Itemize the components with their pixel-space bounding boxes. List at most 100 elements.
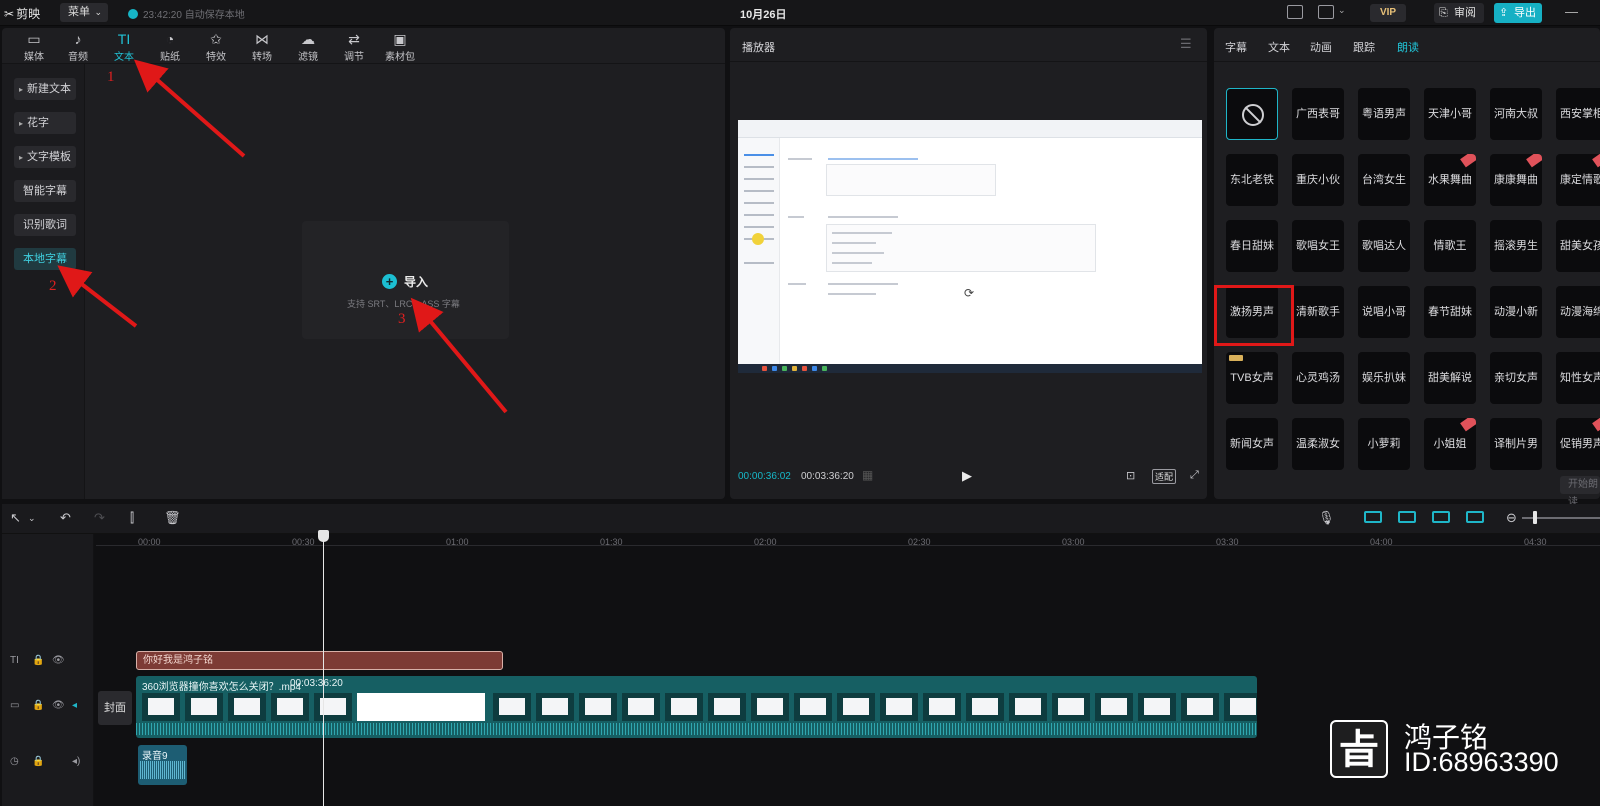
voice-option[interactable]: 温柔淑女 <box>1292 418 1344 470</box>
video-thumbnail <box>923 693 961 721</box>
video-thumbnail <box>536 693 574 721</box>
voice-option[interactable]: 甜美解说 <box>1424 352 1476 404</box>
current-timecode: 00:00:36:02 <box>738 471 791 482</box>
voice-option[interactable]: 歌唱女王 <box>1292 220 1344 272</box>
voice-option[interactable]: 歌唱达人 <box>1358 220 1410 272</box>
lock-icon[interactable]: 🔒 <box>32 756 44 767</box>
voice-option[interactable]: 新闻女声 <box>1226 418 1278 470</box>
zoom-slider-handle[interactable] <box>1533 511 1537 524</box>
waveform-toggle-icon[interactable]: ▦ <box>862 468 873 482</box>
voice-option[interactable]: 促销男声 <box>1556 418 1600 470</box>
ruler-tick-label: 02:30 <box>908 537 931 547</box>
fullscreen-icon[interactable]: ⤢ <box>1190 469 1199 482</box>
preview-axis-icon[interactable] <box>1432 511 1450 523</box>
voice-option[interactable]: 台湾女生 <box>1358 154 1410 206</box>
cover-button[interactable]: 封面 <box>98 691 132 725</box>
vip-tag-icon <box>1229 355 1243 361</box>
voice-label: 歌唱女王 <box>1296 240 1340 252</box>
redo-icon[interactable]: ↷ <box>94 510 105 526</box>
voice-label: 亲切女声 <box>1494 372 1538 384</box>
zoom-out-icon[interactable]: ⊖ <box>1506 510 1517 526</box>
video-thumbnail <box>357 693 485 721</box>
voice-option[interactable]: 春日甜妹 <box>1226 220 1278 272</box>
video-clip-duration: 00:03:36:20 <box>290 678 343 689</box>
speaker-icon[interactable]: ◂) <box>72 756 80 767</box>
voice-label: 西安掌柜 <box>1560 108 1600 120</box>
hamburger-menu-icon[interactable]: ☰ <box>1180 36 1192 52</box>
voice-option[interactable]: 甜美女孩 <box>1556 220 1600 272</box>
voice-option[interactable]: 粤语男声 <box>1358 88 1410 140</box>
select-cursor-icon[interactable]: ↖ <box>10 510 21 526</box>
play-icon[interactable]: ▶ <box>962 468 972 484</box>
voice-option[interactable]: 亲切女声 <box>1490 352 1542 404</box>
total-timecode: 00:03:36:20 <box>801 471 854 482</box>
voice-option[interactable]: TVB女声 <box>1226 352 1278 404</box>
voice-option[interactable]: 重庆小伙 <box>1292 154 1344 206</box>
voice-option[interactable]: 摇滚男生 <box>1490 220 1542 272</box>
aspect-ratio-button[interactable]: 适配 <box>1152 469 1177 484</box>
voice-option[interactable]: 小姐姐 <box>1424 418 1476 470</box>
voice-option[interactable]: 情歌王 <box>1424 220 1476 272</box>
voice-option[interactable]: 心灵鸡汤 <box>1292 352 1344 404</box>
voice-option[interactable]: 水果舞曲 <box>1424 154 1476 206</box>
delete-icon[interactable]: 🗑 <box>164 510 181 526</box>
voice-option[interactable]: 动漫海绵 <box>1556 286 1600 338</box>
lock-icon[interactable]: 🔒 <box>32 655 44 666</box>
undo-icon[interactable]: ↶ <box>60 510 71 526</box>
voice-label: 娱乐扒妹 <box>1362 372 1406 384</box>
voice-none-option[interactable] <box>1226 88 1278 140</box>
start-read-button[interactable]: 开始朗读 <box>1560 476 1600 508</box>
tab-captions[interactable]: 字幕 <box>1225 39 1247 55</box>
voice-label: 动漫小新 <box>1494 306 1538 318</box>
video-thumbnail <box>665 693 703 721</box>
tab-text[interactable]: 文本 <box>1268 39 1290 55</box>
tab-animation[interactable]: 动画 <box>1310 39 1332 55</box>
voice-option[interactable]: 西安掌柜 <box>1556 88 1600 140</box>
video-clip-name: 360浏览器撞你喜欢怎么关闭？.mp4 <box>142 682 301 693</box>
voice-label: 广西表哥 <box>1296 108 1340 120</box>
text-clip[interactable]: 你好我是鸿子铭 <box>136 651 503 670</box>
eye-icon[interactable]: 👁 <box>52 700 65 711</box>
video-preview[interactable]: ⟳ <box>738 120 1202 373</box>
link-icon[interactable] <box>1398 511 1416 523</box>
voice-label: 春日甜妹 <box>1230 240 1274 252</box>
tab-tracking[interactable]: 跟踪 <box>1353 39 1375 55</box>
new-ribbon-icon <box>1526 154 1542 168</box>
eye-icon[interactable]: 👁 <box>52 655 65 666</box>
fit-frame-icon[interactable]: ⊡ <box>1126 469 1135 482</box>
select-chevron-icon[interactable]: ⌄ <box>28 513 36 524</box>
voice-option[interactable]: 小萝莉 <box>1358 418 1410 470</box>
annotation-label-3: 3 <box>398 311 406 327</box>
snap-icon[interactable] <box>1466 511 1484 523</box>
voice-option[interactable]: 河南大叔 <box>1490 88 1542 140</box>
voice-option[interactable]: 东北老铁 <box>1226 154 1278 206</box>
video-clip[interactable]: 360浏览器撞你喜欢怎么关闭？.mp4 00:03:36:20 <box>136 676 1257 738</box>
playhead[interactable] <box>323 532 324 806</box>
track-headers: TI 🔒 👁 ▭ 🔒 👁 ◂ ◷ 🔒 ◂) <box>2 534 94 806</box>
video-thumbnail <box>579 693 617 721</box>
voice-label: 新闻女声 <box>1230 438 1274 450</box>
voice-option[interactable]: 康康舞曲 <box>1490 154 1542 206</box>
voice-option[interactable]: 动漫小新 <box>1490 286 1542 338</box>
microphone-icon[interactable]: 🎙 <box>1318 510 1335 526</box>
voice-option[interactable]: 康定情歌 <box>1556 154 1600 206</box>
lock-icon[interactable]: 🔒 <box>32 700 44 711</box>
voice-option[interactable]: 娱乐扒妹 <box>1358 352 1410 404</box>
magnet-icon[interactable] <box>1364 511 1382 523</box>
voice-label: 河南大叔 <box>1494 108 1538 120</box>
voice-option[interactable]: 春节甜妹 <box>1424 286 1476 338</box>
voice-option[interactable]: 天津小哥 <box>1424 88 1476 140</box>
video-thumbnail <box>880 693 918 721</box>
tab-read-aloud[interactable]: 朗读 <box>1397 39 1419 55</box>
voice-option[interactable]: 译制片男 <box>1490 418 1542 470</box>
split-icon[interactable]: ⫿ <box>130 510 134 526</box>
voice-option[interactable]: 说唱小哥 <box>1358 286 1410 338</box>
playhead-handle[interactable] <box>318 530 329 542</box>
audio-clip[interactable]: 录音9 <box>138 745 187 785</box>
audio-on-icon[interactable]: ◂ <box>72 700 77 711</box>
voice-option[interactable]: 广西表哥 <box>1292 88 1344 140</box>
voice-option[interactable]: 清新歌手 <box>1292 286 1344 338</box>
voice-option[interactable]: 知性女声 <box>1556 352 1600 404</box>
ruler-tick-label: 01:00 <box>446 537 469 547</box>
voice-label: 甜美女孩 <box>1560 240 1600 252</box>
